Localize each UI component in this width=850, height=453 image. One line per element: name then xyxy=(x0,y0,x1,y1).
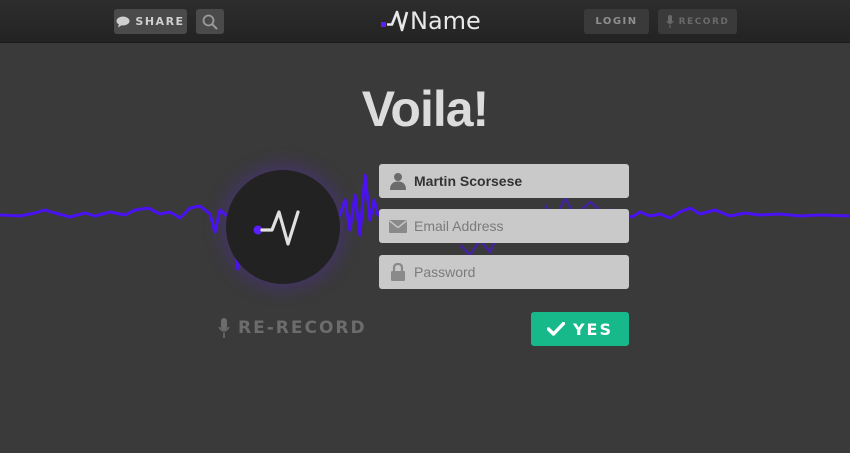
yes-button[interactable]: YES xyxy=(531,312,629,346)
checkmark-icon xyxy=(546,322,565,336)
rerecord-button[interactable]: RE-RECORD xyxy=(218,318,367,338)
microphone-icon xyxy=(665,15,674,28)
share-label: SHARE xyxy=(135,15,185,28)
recording-avatar[interactable] xyxy=(226,170,340,284)
name-input[interactable] xyxy=(414,173,614,189)
microphone-icon xyxy=(218,318,230,338)
envelope-icon xyxy=(387,219,409,233)
password-input[interactable] xyxy=(414,264,614,280)
name-field[interactable] xyxy=(379,164,629,198)
chat-bubble-icon xyxy=(116,16,130,27)
record-button[interactable]: RECORD xyxy=(658,9,737,34)
logo-mark-icon xyxy=(381,10,409,32)
email-field[interactable] xyxy=(379,209,629,243)
logo-mark-icon xyxy=(253,210,300,246)
search-button[interactable] xyxy=(196,9,224,34)
user-icon xyxy=(387,172,409,190)
logo[interactable]: Name xyxy=(380,6,481,36)
search-icon xyxy=(202,14,218,30)
login-button[interactable]: LOGIN xyxy=(584,9,649,34)
password-field[interactable] xyxy=(379,255,629,289)
email-input[interactable] xyxy=(414,218,614,234)
record-label: RECORD xyxy=(678,16,730,27)
top-bar: SHARE Name LOGIN RECORD xyxy=(0,0,850,43)
page-title: Voila! xyxy=(361,81,489,137)
rerecord-label: RE-RECORD xyxy=(238,318,367,338)
login-label: LOGIN xyxy=(595,16,638,27)
lock-icon xyxy=(387,263,409,281)
share-button[interactable]: SHARE xyxy=(114,9,187,34)
logo-text: Name xyxy=(410,7,481,35)
yes-label: YES xyxy=(572,319,614,339)
